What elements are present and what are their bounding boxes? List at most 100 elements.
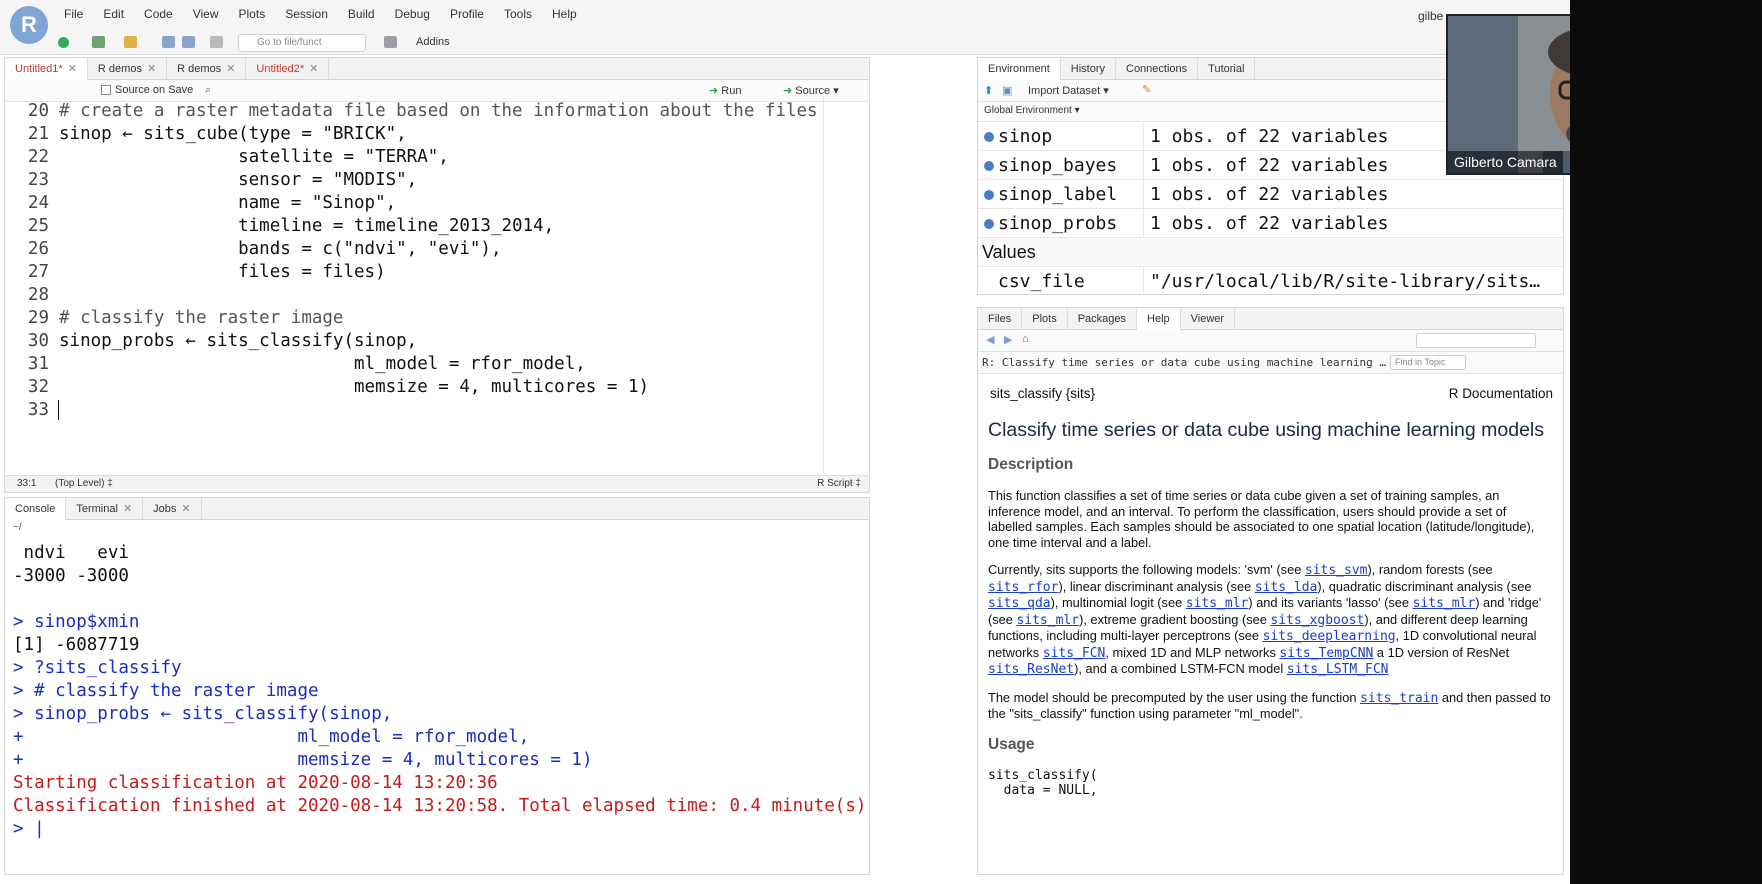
console-pane: Console Terminal ✕ Jobs ✕ ~/ ndvi evi -300… <box>4 497 870 875</box>
import-dataset-label: Import Dataset <box>1028 85 1101 97</box>
new-project-icon[interactable] <box>92 36 105 48</box>
back-icon[interactable]: ◀ <box>986 333 994 346</box>
link-sits-mlr[interactable]: sits_mlr <box>1186 596 1249 611</box>
close-icon[interactable]: ✕ <box>309 63 318 75</box>
console-prompt[interactable]: > | <box>13 816 45 842</box>
expand-icon[interactable] <box>984 190 994 200</box>
menu-plots[interactable]: Plots <box>239 7 266 21</box>
link-sits-qda[interactable]: sits_qda <box>988 596 1051 611</box>
black-background <box>1570 0 1762 884</box>
close-icon[interactable]: ✕ <box>147 63 156 75</box>
untitled2-label: Untitled2* <box>256 62 305 75</box>
goto-file-input[interactable]: Go to file/funct <box>238 34 366 52</box>
broom-icon[interactable]: ✎ <box>1142 83 1151 96</box>
save-all-icon[interactable] <box>182 36 195 48</box>
save-workspace-icon[interactable]: ▣ <box>1002 84 1012 97</box>
forward-icon[interactable]: ▶ <box>1004 333 1012 346</box>
link-sits-train[interactable]: sits_train <box>1360 691 1438 706</box>
env-row[interactable]: sinop_probs 1 obs. of 22 variables <box>978 209 1563 238</box>
source-on-save-toggle[interactable]: Source on Save <box>101 84 193 96</box>
link-sits-deeplearning[interactable]: sits_deeplearning <box>1263 629 1396 644</box>
tab-untitled1[interactable]: Untitled1* ✕ <box>5 58 88 80</box>
link-sits-lda[interactable]: sits_lda <box>1255 580 1318 595</box>
tab-environment[interactable]: Environment <box>978 58 1061 80</box>
tab-files[interactable]: Files <box>978 308 1023 330</box>
console-line: Classification finished at 2020-08-14 13… <box>13 796 870 816</box>
link-sits-fcn[interactable]: sits_FCN <box>1043 646 1106 661</box>
tab-history[interactable]: History <box>1061 58 1116 80</box>
menu-view[interactable]: View <box>193 7 219 21</box>
checkbox-icon[interactable] <box>101 85 111 95</box>
menu-build[interactable]: Build <box>348 7 375 21</box>
tab-untitled2[interactable]: Untitled2* ✕ <box>246 58 330 80</box>
print-icon[interactable] <box>210 36 223 48</box>
load-workspace-icon[interactable]: ⬆ <box>984 84 993 97</box>
link-sits-tempcnn[interactable]: sits_TempCNN <box>1279 646 1373 661</box>
new-file-icon[interactable] <box>58 37 69 48</box>
link-sits-resnet[interactable]: sits_ResNet <box>988 662 1074 677</box>
expand-icon[interactable] <box>984 161 994 171</box>
text-cursor <box>58 400 59 420</box>
models-paragraph: Currently, sits supports the following m… <box>988 562 1542 677</box>
help-package: sits_classify {sits} <box>990 386 1096 401</box>
env-row[interactable]: sinop_label 1 obs. of 22 variables <box>978 180 1563 209</box>
editor-tabbar: Untitled1* ✕ R demos ✕ R demos ✕ Untitled2*… <box>5 58 869 80</box>
env-row[interactable]: csv_file "/usr/local/lib/R/site-library/s… <box>978 267 1563 294</box>
save-icon[interactable] <box>162 36 175 48</box>
close-icon[interactable]: ✕ <box>226 63 235 75</box>
untitled1-label: Untitled1* <box>15 62 63 75</box>
tab-viewer[interactable]: Viewer <box>1181 308 1236 330</box>
grid-layout-icon[interactable] <box>384 36 397 48</box>
help-toolbar: ◀ ▶ ⌂ <box>978 330 1563 352</box>
scope-selector[interactable]: (Top Level) ‡ <box>55 478 113 489</box>
presenter-name: Gilberto Camara <box>1448 151 1563 173</box>
source-editor-pane: Untitled1* ✕ R demos ✕ R demos ✕ Untitled2*… <box>4 57 870 493</box>
menubar: R File Edit Code View Plots Session Buil… <box>0 0 1570 44</box>
tab-r-demos-2[interactable]: R demos ✕ <box>167 58 247 80</box>
link-sits-xgboost[interactable]: sits_xgboost <box>1270 613 1364 628</box>
expand-icon[interactable] <box>984 132 994 142</box>
tab-packages[interactable]: Packages <box>1068 308 1138 330</box>
tab-plots[interactable]: Plots <box>1022 308 1068 330</box>
r-logo: R <box>10 6 48 44</box>
source-on-save-label: Source on Save <box>115 84 194 96</box>
rstudio-window: R File Edit Code View Plots Session Buil… <box>0 0 1570 884</box>
tab-connections[interactable]: Connections <box>1116 58 1199 80</box>
close-icon[interactable]: ✕ <box>68 63 77 75</box>
open-file-icon[interactable] <box>124 36 137 48</box>
link-sits-svm[interactable]: sits_svm <box>1305 563 1368 578</box>
expand-icon[interactable] <box>984 219 994 229</box>
screen: R File Edit Code View Plots Session Buil… <box>0 0 1762 884</box>
link-sits-lstm-fcn[interactable]: sits_LSTM_FCN <box>1287 662 1389 677</box>
home-icon[interactable]: ⌂ <box>1022 333 1029 345</box>
menu-debug[interactable]: Debug <box>395 7 430 21</box>
menu-file[interactable]: File <box>64 7 83 21</box>
menu-code[interactable]: Code <box>144 7 173 21</box>
menu-tools[interactable]: Tools <box>504 7 532 21</box>
menu-edit[interactable]: Edit <box>103 7 124 21</box>
addins-menu[interactable]: Addins <box>416 36 450 48</box>
usage-code: sits_classify( data = NULL, <box>988 767 1098 798</box>
link-sits-mlr[interactable]: sits_mlr <box>1016 613 1079 628</box>
help-pane: Files Plots Packages Help Viewer ◀ ▶ ⌂ R… <box>977 307 1564 875</box>
r-demos-1-label: R demos <box>97 62 142 75</box>
find-in-topic-input[interactable]: Find in Topic <box>1390 355 1466 370</box>
menu-profile[interactable]: Profile <box>450 7 484 21</box>
code-area[interactable]: 20 # create a raster metadata file based … <box>5 96 869 474</box>
link-sits-mlr[interactable]: sits_mlr <box>1413 596 1476 611</box>
tab-help[interactable]: Help <box>1137 308 1181 330</box>
import-dataset-button[interactable]: Import Dataset ▾ <box>1028 84 1109 97</box>
menu-session[interactable]: Session <box>285 7 328 21</box>
help-content: sits_classify {sits} R Documentation Cla… <box>978 378 1563 874</box>
help-search-input[interactable] <box>1416 333 1536 348</box>
help-topic[interactable]: R: Classify time series or data cube usi… <box>982 356 1386 369</box>
console-output[interactable]: ndvi evi -3000 -3000 > sinop$xmin [1] -6… <box>5 498 870 874</box>
tab-r-demos-1[interactable]: R demos ✕ <box>88 58 168 80</box>
file-type-selector[interactable]: R Script ‡ <box>817 478 861 489</box>
help-topic-bar: R: Classify time series or data cube usi… <box>978 352 1563 374</box>
scope-selector[interactable]: Global Environment ▾ <box>984 105 1080 116</box>
menu-help[interactable]: Help <box>552 7 577 21</box>
link-sits-rfor[interactable]: sits_rfor <box>988 580 1058 595</box>
tab-tutorial[interactable]: Tutorial <box>1198 58 1256 80</box>
user-name[interactable]: gilbe <box>1418 9 1443 23</box>
